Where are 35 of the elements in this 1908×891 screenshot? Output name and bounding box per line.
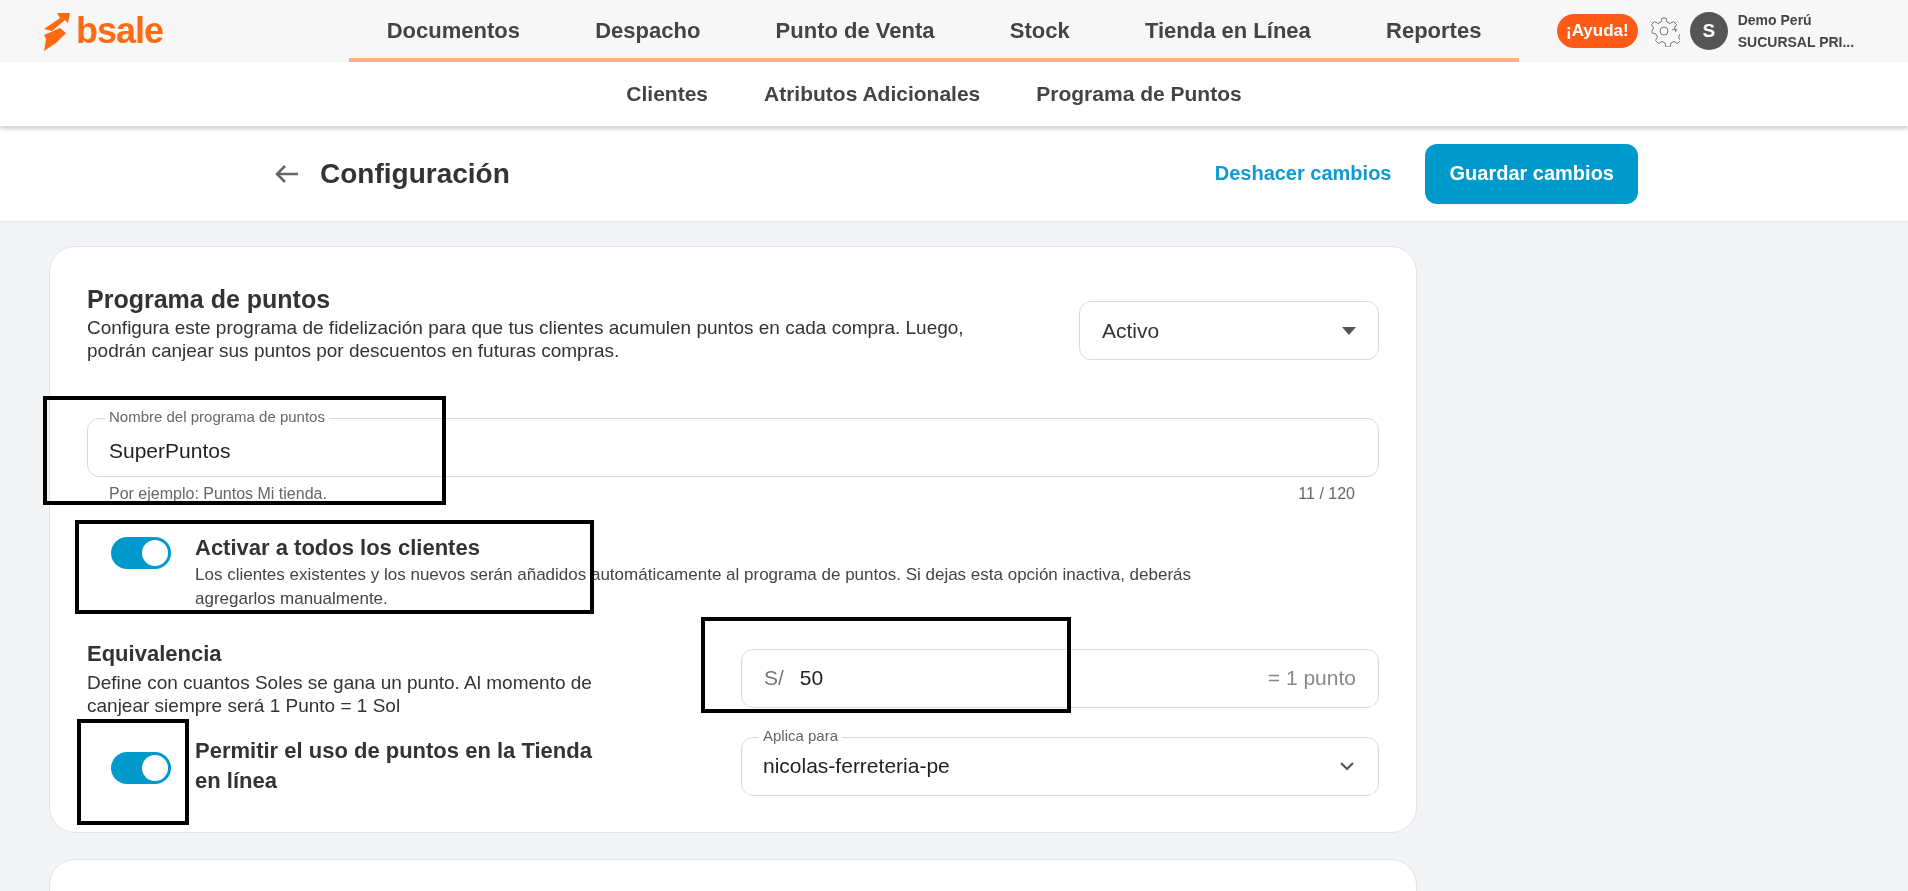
input-field[interactable]: Nombre del programa de puntos SuperPuntos: [87, 408, 1379, 477]
store-select[interactable]: Aplica para nicolas-ferreteria-pe: [741, 727, 1379, 796]
caret-icon: [1342, 326, 1356, 335]
subnav-tab[interactable]: Atributos Adicionales: [764, 82, 981, 106]
field-suffix: = 1 punto: [1267, 666, 1356, 690]
back-arrow-icon[interactable]: [274, 162, 300, 185]
nav-tab[interactable]: Despacho: [595, 18, 701, 44]
section-description: Configura este programa de fidelización para que tus clientes acumulen puntos en cada compra. Luego, podrán canjear sus puntos por descuentos en futuras compras.: [87, 316, 965, 362]
status-select[interactable]: Activo: [1079, 301, 1379, 360]
option-title: Activar a todos los clientes: [195, 534, 481, 562]
character-counter: 11 / 120: [1298, 485, 1355, 503]
toggle-switch[interactable]: [111, 537, 171, 569]
option-title: Permitir el uso de puntos en la Tienda en línea: [195, 736, 593, 795]
nav-tab[interactable]: Reportes: [1386, 18, 1482, 44]
section-title: Programa de puntos: [87, 285, 332, 314]
user-avatar[interactable]: S: [1689, 12, 1728, 50]
nav-tab[interactable]: Stock: [1009, 18, 1070, 44]
field-label: Aplica para: [759, 727, 843, 745]
user-name: Demo Perú: [1737, 11, 1813, 30]
field-label: Nombre del programa de puntos: [105, 408, 329, 426]
nav-tab[interactable]: Punto de Venta: [775, 18, 935, 44]
nav-tab[interactable]: Documentos: [386, 18, 520, 44]
input-field[interactable]: S/ 50 = 1 punto: [741, 648, 1379, 708]
option-title: Equivalencia: [87, 640, 223, 668]
subnav-tab[interactable]: Programa de Puntos: [1036, 82, 1242, 106]
field-value: 50: [799, 666, 825, 690]
branch-name: SUCURSAL PRI...: [1737, 33, 1855, 52]
currency-prefix: S/: [764, 666, 784, 690]
option-description: Los clientes existentes y los nuevos serán añadidos automáticamente al programa de puntos. Si dejas esta opción inactiva, deberás agregarlos manualmente.: [195, 564, 1193, 610]
toggle-switch[interactable]: [111, 751, 171, 784]
nav-tab[interactable]: Tienda en Línea: [1144, 18, 1311, 44]
helper-text: Por ejemplo: Puntos Mi tienda.: [109, 485, 327, 503]
option-description: Define con cuantos Soles se gana un punto. Al momento de canjear siempre será 1 Punto = 1 Sol: [87, 671, 593, 717]
page-title: Configuración: [320, 157, 511, 190]
subnav-tab[interactable]: Clientes: [626, 82, 709, 106]
